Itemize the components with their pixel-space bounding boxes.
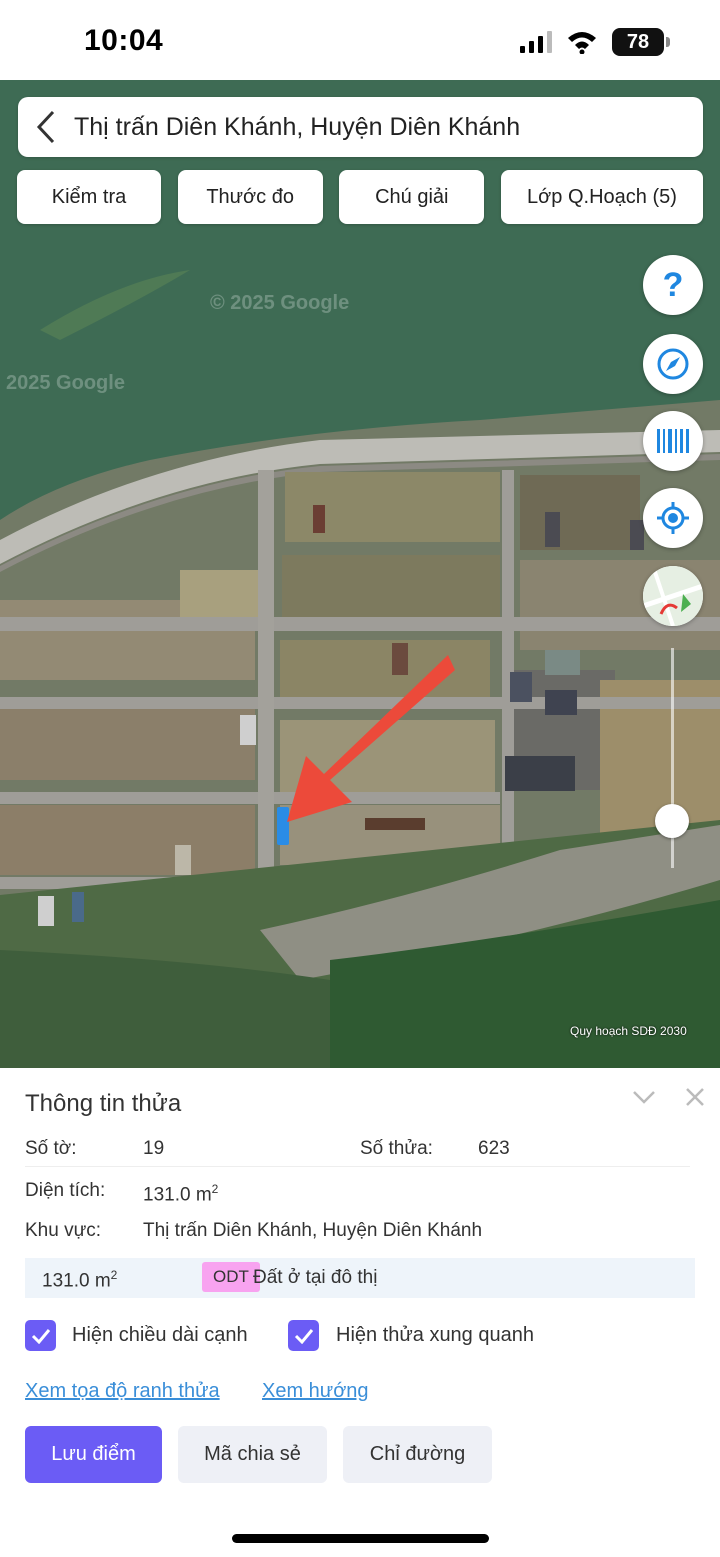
share-code-button[interactable]: Mã chia sẻ bbox=[178, 1426, 327, 1483]
view-direction-link[interactable]: Xem hướng bbox=[262, 1380, 369, 1403]
signal-icon bbox=[520, 31, 552, 53]
barcode-icon bbox=[657, 429, 689, 453]
edge-length-checkbox[interactable] bbox=[25, 1320, 56, 1351]
barcode-button[interactable] bbox=[643, 411, 703, 471]
panel-title: Thông tin thửa bbox=[25, 1090, 182, 1117]
neighbor-parcels-label[interactable]: Hiện thửa xung quanh bbox=[336, 1324, 534, 1347]
ruler-button[interactable]: Thước đo bbox=[177, 170, 323, 224]
status-bar: 10:04 78 bbox=[0, 0, 720, 80]
edge-length-label[interactable]: Hiện chiều dài cạnh bbox=[72, 1324, 248, 1347]
parcel-number-label: Số thửa: bbox=[360, 1138, 433, 1159]
battery-level: 78 bbox=[626, 30, 650, 53]
area-value: 131.0 m2 bbox=[143, 1182, 219, 1206]
legend-button[interactable]: Chú giải bbox=[339, 170, 485, 224]
home-indicator[interactable] bbox=[232, 1534, 489, 1543]
sheet-number-label: Số tờ: bbox=[25, 1138, 77, 1159]
help-button[interactable]: ? bbox=[643, 255, 703, 315]
unit-superscript: 2 bbox=[211, 1182, 219, 1196]
region-value: Thị trấn Diên Khánh, Huyện Diên Khánh bbox=[143, 1220, 483, 1241]
status-icons: 78 bbox=[520, 28, 670, 56]
map-watermark: © 2025 Google bbox=[210, 292, 350, 314]
region-label: Khu vực: bbox=[25, 1220, 102, 1241]
land-code-badge: ODT bbox=[202, 1262, 260, 1292]
area-label: Diện tích: bbox=[25, 1180, 106, 1201]
opacity-slider-thumb[interactable] bbox=[655, 804, 689, 838]
land-area: 131.0 m2 bbox=[42, 1268, 118, 1292]
location-title: Thị trấn Diên Khánh, Huyện Diên Khánh bbox=[74, 112, 521, 141]
chevron-down-icon bbox=[633, 1091, 655, 1104]
map-imagery bbox=[0, 80, 720, 1068]
help-icon: ? bbox=[662, 265, 684, 304]
status-time: 10:04 bbox=[84, 24, 164, 57]
compass-icon bbox=[657, 348, 689, 380]
directions-button[interactable]: Chỉ đường bbox=[343, 1426, 492, 1483]
my-location-button[interactable] bbox=[643, 488, 703, 548]
satellite-map[interactable]: © 2025 Google 2025 Google bbox=[0, 80, 720, 1068]
check-button[interactable]: Kiểm tra bbox=[17, 170, 161, 224]
sheet-number-value: 19 bbox=[143, 1138, 165, 1159]
neighbor-parcels-checkbox[interactable] bbox=[288, 1320, 319, 1351]
close-button[interactable] bbox=[680, 1082, 710, 1112]
collapse-button[interactable] bbox=[629, 1082, 659, 1112]
map-attribution: Quy hoạch SDĐ 2030 bbox=[570, 1024, 687, 1038]
land-use-description: Đất ở tại đô thị bbox=[253, 1267, 378, 1288]
boundary-coordinates-link[interactable]: Xem tọa độ ranh thửa bbox=[25, 1380, 220, 1403]
battery-indicator: 78 bbox=[612, 28, 670, 56]
back-arrow-icon[interactable] bbox=[18, 97, 74, 157]
location-search-bar[interactable]: Thị trấn Diên Khánh, Huyện Diên Khánh bbox=[18, 97, 703, 157]
save-point-button[interactable]: Lưu điểm bbox=[25, 1426, 162, 1483]
locate-icon bbox=[657, 502, 689, 534]
map-type-button[interactable] bbox=[643, 566, 703, 626]
unit-superscript: 2 bbox=[110, 1268, 118, 1282]
checkmark-icon bbox=[294, 1328, 313, 1344]
compass-button[interactable] bbox=[643, 334, 703, 394]
planning-layers-button[interactable]: Lớp Q.Hoạch (5) bbox=[500, 170, 703, 224]
wifi-icon bbox=[568, 32, 596, 54]
map-watermark: 2025 Google bbox=[6, 372, 125, 394]
close-icon bbox=[686, 1088, 704, 1106]
parcel-info-panel: Thông tin thửa Số tờ: 19 Số thửa: 623 Di… bbox=[0, 1068, 720, 1557]
map-toolbar: Kiểm tra Thước đo Chú giải Lớp Q.Hoạch (… bbox=[17, 170, 703, 224]
checkmark-icon bbox=[31, 1328, 50, 1344]
parcel-number-value: 623 bbox=[478, 1138, 510, 1159]
divider bbox=[25, 1166, 690, 1167]
map-thumbnail-icon bbox=[643, 566, 703, 626]
land-use-row: 131.0 m2 ODT Đất ở tại đô thị bbox=[25, 1258, 695, 1298]
